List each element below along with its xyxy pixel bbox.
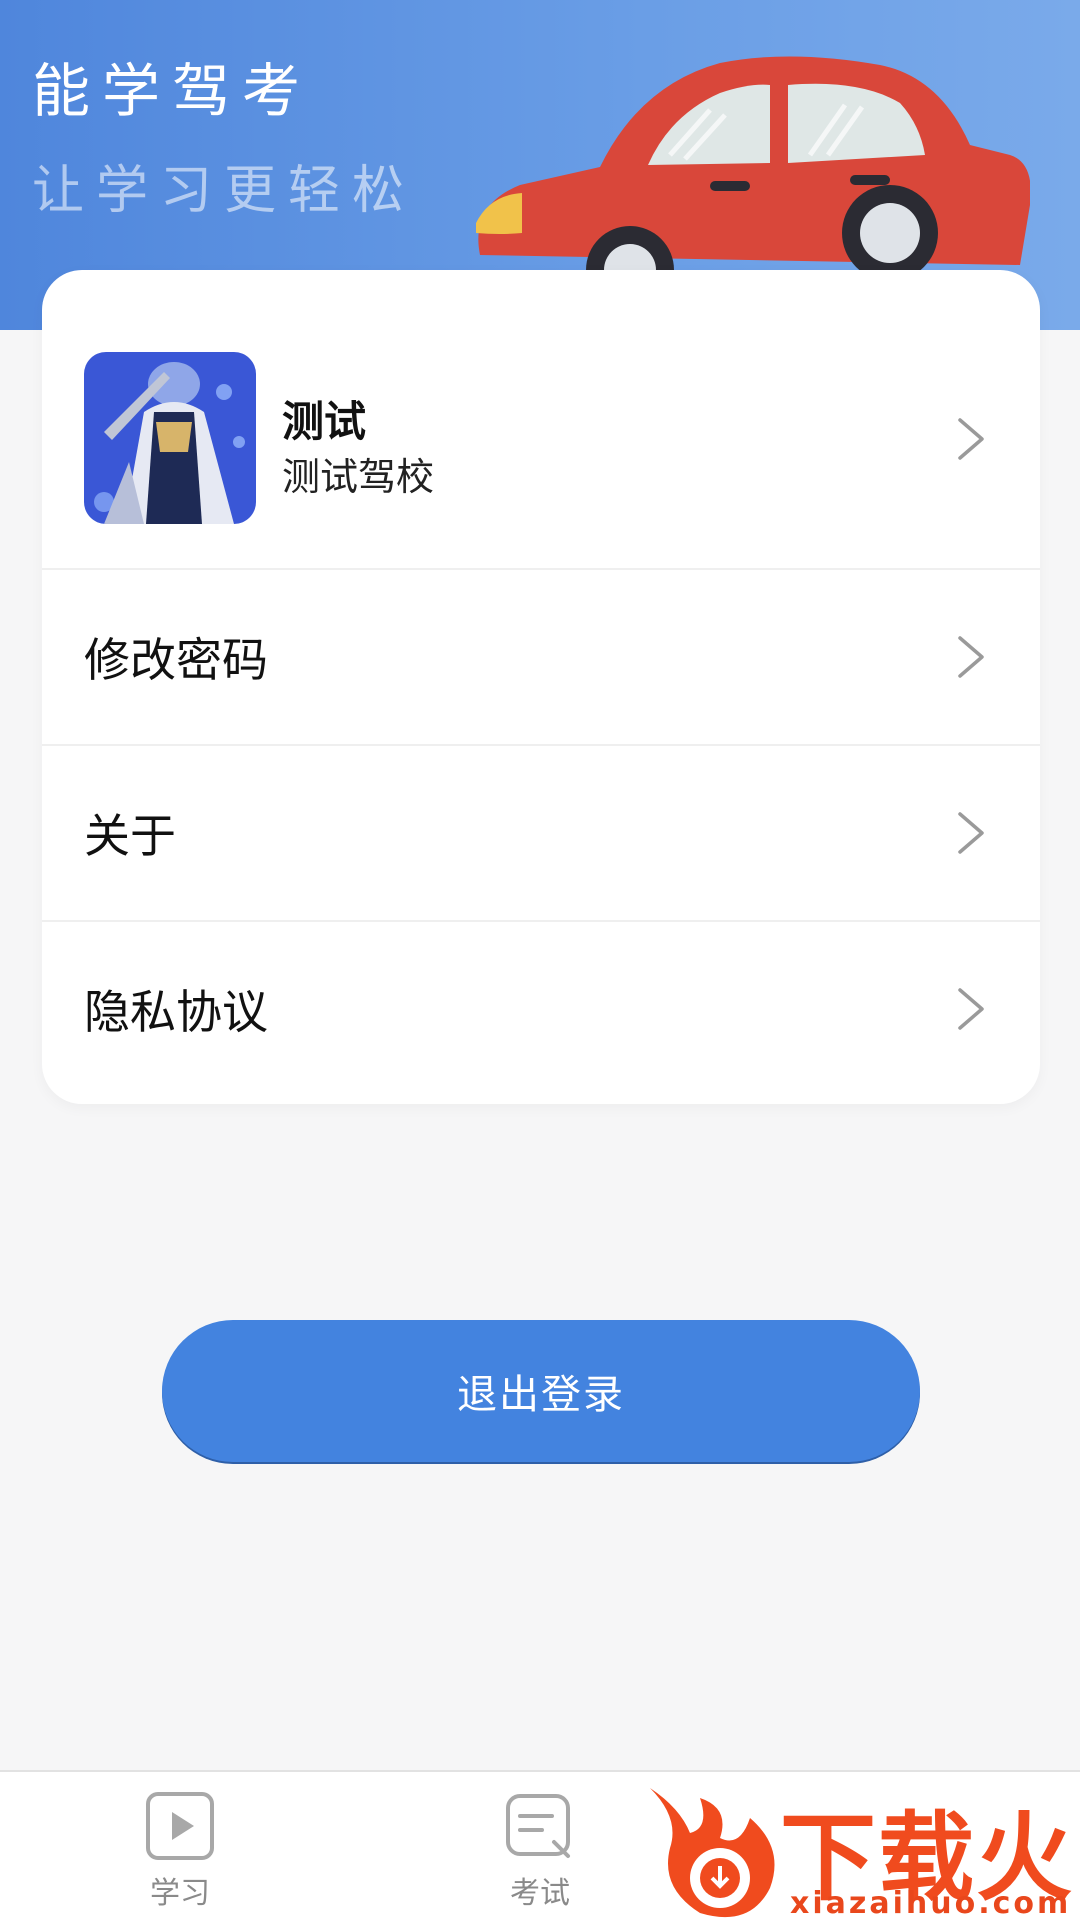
chevron-right-icon [958,636,984,678]
chevron-right-icon [958,812,984,854]
profile-row[interactable]: 测试 测试驾校 [42,270,1040,570]
logout-button[interactable]: 退出登录 [162,1320,920,1462]
menu-item-label: 隐私协议 [84,985,268,1039]
school-name: 测试驾校 [282,455,435,499]
car-illustration [476,56,1030,285]
app-slogan: 让学习更轻松 [32,161,417,221]
menu-item-about[interactable]: 关于 [42,746,1040,922]
chevron-right-icon [958,988,984,1030]
app-title: 能学驾考 [32,57,313,125]
menu-item-change-password[interactable]: 修改密码 [42,570,1040,746]
watermark: 下载火 xiazaihuo.com [640,1778,1080,1920]
tab-study[interactable]: 学习 [80,1790,280,1920]
user-name: 测试 [282,397,367,446]
profile-page: 能学驾考 让学习更轻松 测试 测试驾校 修改密码 关于 隐私协议 退出登录 学习… [0,0,1080,1920]
flame-logo-icon [650,1788,775,1918]
tab-label: 考试 [510,1876,570,1911]
chevron-right-icon [958,418,984,460]
tab-exam[interactable]: 考试 [440,1790,640,1920]
menu-item-privacy-policy[interactable]: 隐私协议 [42,922,1040,1096]
avatar [84,352,256,524]
settings-card: 测试 测试驾校 修改密码 关于 隐私协议 [42,270,1040,1104]
exam-icon [506,1794,570,1858]
watermark-url: xiazaihuo.com [790,1886,1072,1920]
play-icon [146,1792,214,1860]
tab-label: 学习 [150,1876,210,1911]
menu-item-label: 关于 [84,809,176,863]
menu-item-label: 修改密码 [84,633,268,687]
